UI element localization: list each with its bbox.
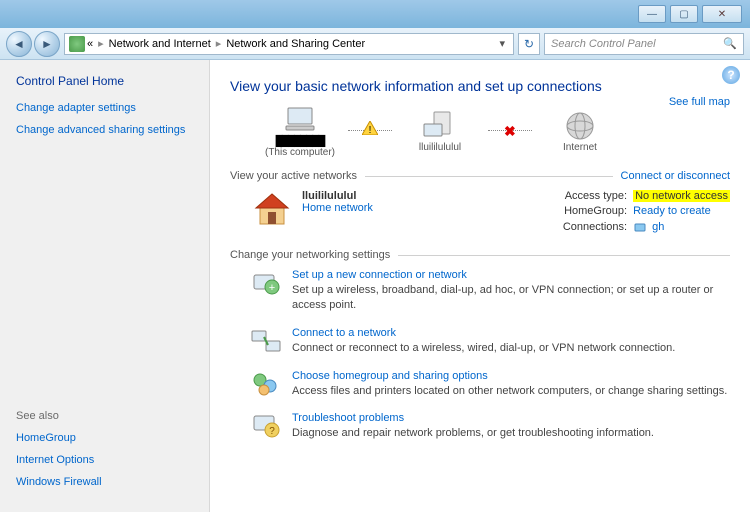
link-warning: ! [348,130,392,132]
redacted-name: ████████ [276,136,325,147]
node-gateway: lluililululul [400,110,480,153]
setting-homegroup: Choose homegroup and sharing options Acce… [250,370,730,399]
setting-desc: Connect or reconnect to a wireless, wire… [292,341,675,356]
nav-bar: ◄ ► « ▸ Network and Internet ▸ Network a… [0,28,750,60]
sidebar-seealso-homegroup[interactable]: HomeGroup [16,432,193,444]
svg-text:?: ? [269,426,275,437]
close-button[interactable]: ✕ [702,5,742,23]
connect-disconnect-link[interactable]: Connect or disconnect [621,170,730,182]
homegroup-label: HomeGroup: [543,205,633,217]
control-panel-home[interactable]: Control Panel Home [16,74,193,88]
settings-list: + Set up a new connection or network Set … [250,269,730,441]
adapter-icon [633,220,647,234]
connections-label: Connections: [543,221,633,233]
setting-title[interactable]: Troubleshoot problems [292,412,654,424]
network-properties: Access type: No network access HomeGroup… [543,190,730,237]
refresh-button[interactable]: ↻ [518,33,540,55]
sidebar-link-adapter[interactable]: Change adapter settings [16,102,193,114]
node-this-computer: ████████ (This computer) [260,104,340,158]
x-icon: ✖ [504,123,516,140]
breadcrumb-root: « [87,38,93,50]
setting-connect: Connect to a network Connect or reconnect… [250,327,730,356]
sidebar-link-sharing[interactable]: Change advanced sharing settings [16,124,193,136]
breadcrumb-sep: ▸ [95,37,107,50]
breadcrumb-level1[interactable]: Network and Internet [109,38,211,50]
change-settings-section: Change your networking settings [230,249,730,261]
globe-icon [560,110,600,142]
main-content: ? View your basic network information an… [210,60,750,512]
see-full-map-link[interactable]: See full map [669,96,730,108]
node-label-0: (This computer) [265,147,335,158]
setting-desc: Diagnose and repair network problems, or… [292,426,654,441]
troubleshoot-icon: ? [250,412,282,440]
help-icon[interactable]: ? [722,66,740,84]
setting-troubleshoot: ? Troubleshoot problems Diagnose and repa… [250,412,730,441]
setting-desc: Set up a wireless, broadband, dial-up, a… [292,283,730,313]
minimize-button[interactable]: — [638,5,666,23]
search-input[interactable]: Search Control Panel 🔍 [544,33,744,55]
search-icon: 🔍 [723,37,737,50]
sidebar: Control Panel Home Change adapter settin… [0,60,210,512]
setting-title[interactable]: Set up a new connection or network [292,269,730,281]
network-name: lluililululul [302,190,373,202]
link-broken: ✖ [488,130,532,132]
network-type-link[interactable]: Home network [302,202,373,214]
forward-button[interactable]: ► [34,31,60,57]
svg-text:+: + [269,282,275,294]
connection-link[interactable]: gh [633,220,664,234]
window-titlebar: — ▢ ✕ [0,0,750,28]
setting-title[interactable]: Choose homegroup and sharing options [292,370,727,382]
breadcrumb-dropdown[interactable]: ▾ [495,37,509,50]
back-button[interactable]: ◄ [6,31,32,57]
maximize-button[interactable]: ▢ [670,5,698,23]
access-type-value: No network access [633,190,730,202]
see-also-label: See also [16,410,193,422]
network-map: ████████ (This computer) ! lluililululul… [260,104,730,158]
setting-title[interactable]: Connect to a network [292,327,675,339]
home-network-icon [250,190,294,228]
breadcrumb-sep: ▸ [213,37,225,50]
node-internet: Internet [540,110,620,153]
active-network-row: lluililululul Home network Access type: … [250,190,730,237]
setting-new-connection: + Set up a new connection or network Set … [250,269,730,313]
control-panel-icon [69,36,85,52]
svg-text:!: ! [369,125,372,135]
sidebar-seealso-internet[interactable]: Internet Options [16,454,193,466]
node-label-1: lluililululul [419,142,461,153]
setting-desc: Access files and printers located on oth… [292,384,727,399]
breadcrumb-level2[interactable]: Network and Sharing Center [226,38,365,50]
new-connection-icon: + [250,269,282,297]
server-icon [420,110,460,142]
breadcrumb[interactable]: « ▸ Network and Internet ▸ Network and S… [64,33,514,55]
node-label-2: Internet [563,142,597,153]
warning-icon: ! [362,121,378,135]
sidebar-seealso-firewall[interactable]: Windows Firewall [16,476,193,488]
access-type-label: Access type: [543,190,633,202]
homegroup-icon [250,370,282,398]
search-placeholder: Search Control Panel [551,38,656,50]
connect-icon [250,327,282,355]
active-networks-section: View your active networks Connect or dis… [230,170,730,182]
homegroup-link[interactable]: Ready to create [633,205,711,217]
computer-icon [280,104,320,136]
page-title: View your basic network information and … [230,78,730,94]
